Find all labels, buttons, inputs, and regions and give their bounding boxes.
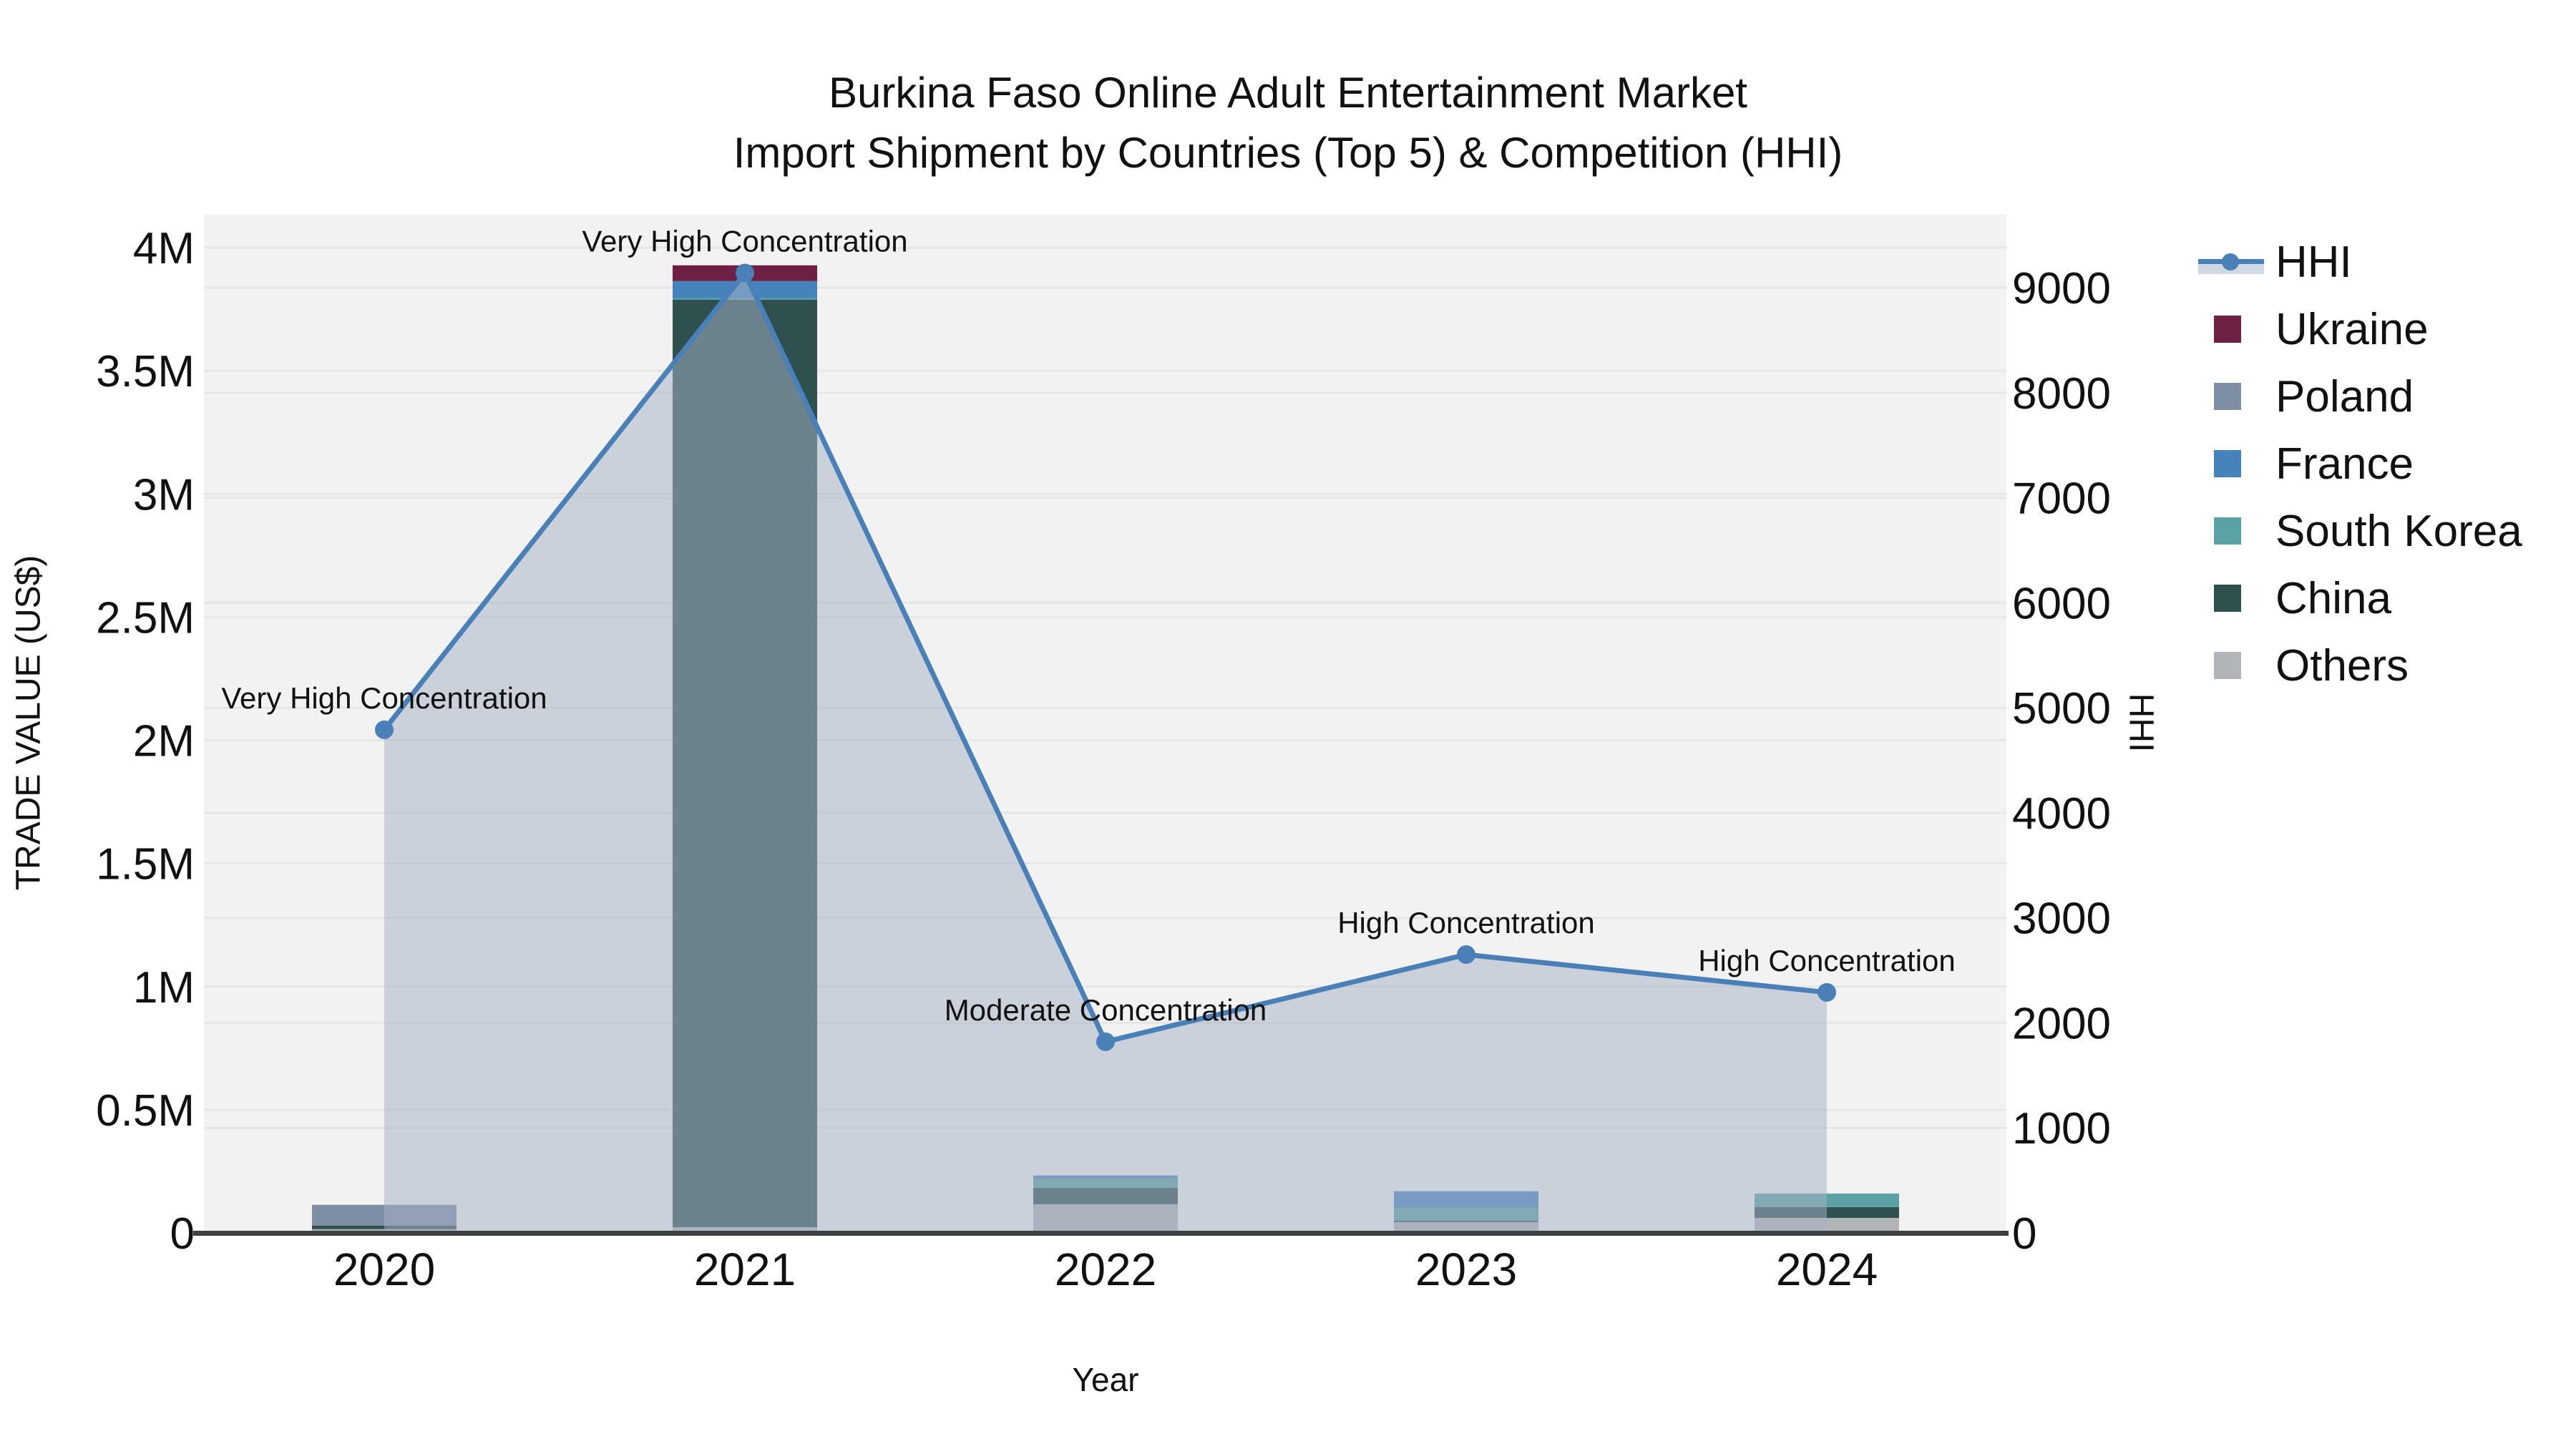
hhi-marker-2024[interactable] <box>1818 982 1836 1002</box>
y-left-tick-2.5M: 2.5M <box>96 593 195 643</box>
y-left-tick-0: 0 <box>170 1209 195 1259</box>
y-right-tick-9000: 9000 <box>2012 264 2111 313</box>
annotation-2020: Very High Concentration <box>221 681 547 715</box>
color-swatch-icon <box>2214 450 2241 477</box>
y-right-tick-2000: 2000 <box>2012 999 2111 1048</box>
y-right-tick-8000: 8000 <box>2012 369 2111 419</box>
legend-label: HHI <box>2275 237 2352 287</box>
y-axis-right-title: HHI <box>2122 693 2160 753</box>
y-right-tick-4000: 4000 <box>2012 789 2111 839</box>
legend-item-poland[interactable]: Poland <box>2198 363 2522 430</box>
annotation-2022: Moderate Concentration <box>945 993 1267 1027</box>
y-left-tick-0.5M: 0.5M <box>96 1086 195 1136</box>
y-left-tick-1M: 1M <box>133 963 195 1013</box>
color-swatch-icon <box>2214 585 2241 612</box>
y-right-tick-1000: 1000 <box>2012 1104 2111 1153</box>
legend-item-south-korea[interactable]: South Korea <box>2198 497 2522 565</box>
x-tick-2023: 2023 <box>1415 1244 1517 1295</box>
annotation-2023: High Concentration <box>1337 906 1595 940</box>
y-left-tick-4M: 4M <box>133 224 195 273</box>
legend-hhi-line-icon <box>2198 246 2275 278</box>
y-axis-left-title: TRADE VALUE (US$) <box>9 555 48 891</box>
hhi-dot-icon <box>2222 253 2239 270</box>
y-left-tick-2M: 2M <box>133 717 195 766</box>
y-left-tick-3M: 3M <box>133 470 195 519</box>
legend-item-ukraine[interactable]: Ukraine <box>2198 296 2522 363</box>
color-swatch-icon <box>2214 316 2241 343</box>
legend-label: South Korea <box>2275 506 2522 556</box>
legend-label: China <box>2275 573 2391 623</box>
y-left-tick-3.5M: 3.5M <box>96 347 195 396</box>
x-tick-2024: 2024 <box>1776 1244 1878 1295</box>
legend-swatch-icon <box>2198 515 2275 547</box>
legend-swatch-icon <box>2198 650 2275 681</box>
y-right-tick-3000: 3000 <box>2012 894 2111 944</box>
color-swatch-icon <box>2214 652 2241 679</box>
legend-item-france[interactable]: France <box>2198 430 2522 497</box>
hhi-marker-2022[interactable] <box>1096 1032 1115 1051</box>
legend-item-others[interactable]: Others <box>2198 632 2522 699</box>
y-right-tick-0: 0 <box>2012 1209 2036 1259</box>
hhi-marker-2021[interactable] <box>736 263 754 283</box>
legend-label: France <box>2275 439 2414 489</box>
plot-canvas: Very High Concentration Very High Concent… <box>96 215 2111 1295</box>
annotation-2024: High Concentration <box>1698 944 1956 977</box>
hhi-marker-2020[interactable] <box>375 720 394 739</box>
y-left-tick-1.5M: 1.5M <box>96 840 195 889</box>
x-tick-2020: 2020 <box>333 1244 435 1295</box>
y-right-tick-6000: 6000 <box>2012 579 2111 628</box>
x-tick-2021: 2021 <box>694 1244 796 1295</box>
legend-swatch-icon <box>2198 381 2275 412</box>
legend-item-china[interactable]: China <box>2198 565 2522 632</box>
annotation-2021: Very High Concentration <box>582 224 907 258</box>
x-axis-title: Year <box>1072 1361 1139 1398</box>
x-axis-baseline <box>193 1231 2009 1236</box>
legend-label: Poland <box>2275 371 2414 421</box>
y-right-tick-7000: 7000 <box>2012 474 2111 524</box>
x-tick-2022: 2022 <box>1055 1244 1156 1295</box>
color-swatch-icon <box>2214 383 2241 410</box>
hhi-marker-2023[interactable] <box>1457 945 1475 965</box>
legend: HHI Ukraine Poland France South Korea China Ot… <box>2198 228 2522 699</box>
legend-label: Ukraine <box>2275 304 2429 354</box>
color-swatch-icon <box>2214 517 2241 545</box>
legend-swatch-icon <box>2198 448 2275 479</box>
legend-item-hhi[interactable]: HHI <box>2198 228 2522 296</box>
legend-swatch-icon <box>2198 582 2275 614</box>
legend-label: Others <box>2275 640 2409 691</box>
legend-swatch-icon <box>2198 313 2275 345</box>
y-right-tick-5000: 5000 <box>2012 684 2111 733</box>
